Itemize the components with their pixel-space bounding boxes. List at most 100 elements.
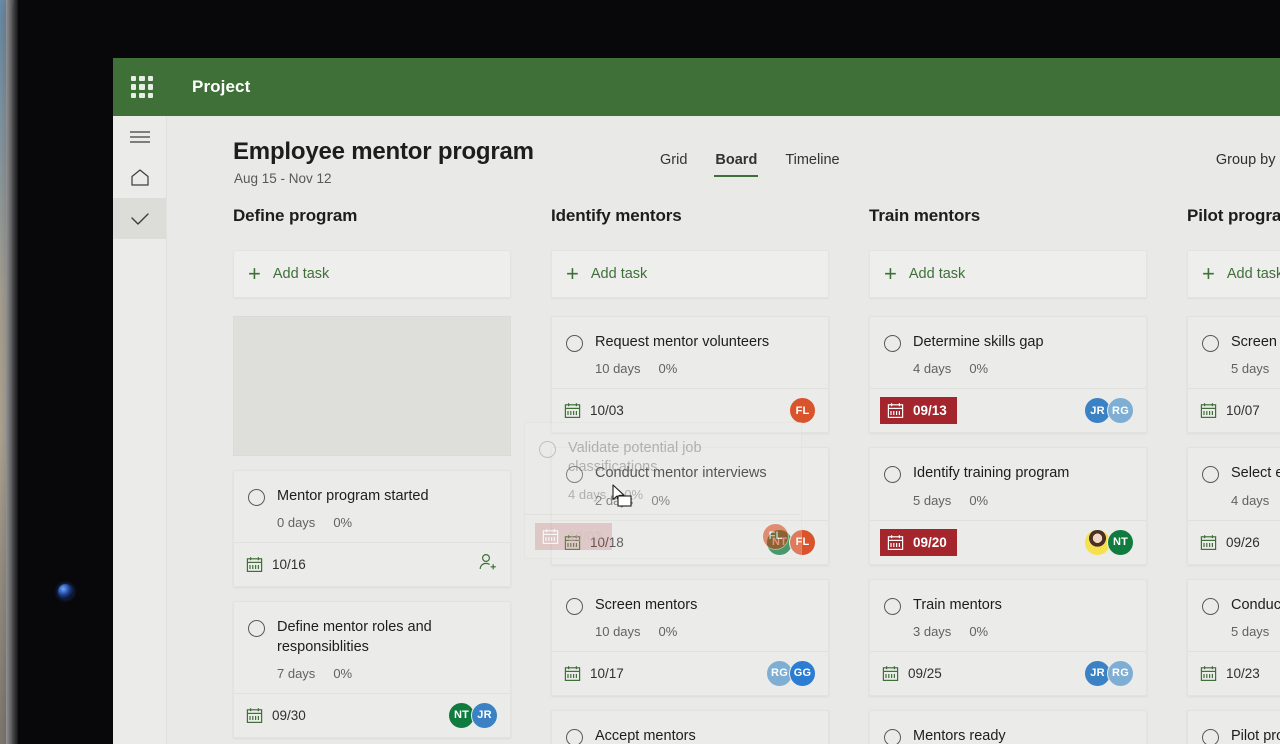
task-duration: 5 days: [913, 492, 952, 508]
add-task-label: Add task: [1226, 266, 1280, 282]
task-complete-toggle[interactable]: [884, 335, 901, 352]
assignee-avatars: NT JR: [448, 701, 498, 729]
task-card[interactable]: Accept mentors2 days0%10/21NT: [551, 709, 829, 744]
column-title: Pilot program: [1187, 206, 1280, 225]
tab-board[interactable]: Board: [701, 152, 771, 177]
card-body: Train mentors 3 days 0%: [870, 580, 1146, 651]
avatar[interactable]: NT: [1107, 528, 1134, 556]
task-complete-toggle[interactable]: [566, 335, 583, 352]
task-complete-toggle[interactable]: [248, 620, 265, 638]
due-date-label: 10/16: [272, 557, 306, 573]
due-date-chip[interactable]: 10/18: [564, 534, 624, 551]
avatar[interactable]: FL: [789, 397, 816, 425]
due-date-chip[interactable]: 09/30: [246, 707, 306, 724]
hamburger-menu-icon[interactable]: [113, 116, 166, 157]
task-title: Conduct employee: [1231, 596, 1280, 613]
task-title: Screen applicants: [1231, 334, 1280, 350]
sidebar-item-tasks[interactable]: [113, 198, 166, 239]
avatar[interactable]: RG: [1107, 397, 1134, 425]
app-launcher-waffle-icon[interactable]: [129, 74, 155, 100]
card-footer: 10/16: [234, 542, 510, 586]
task-card[interactable]: Determine skills gap 4 days 0% 09/13 JR RG: [869, 316, 1147, 434]
avatar[interactable]: FL: [789, 528, 816, 556]
home-icon[interactable]: [113, 157, 166, 198]
task-complete-toggle[interactable]: [566, 466, 583, 484]
due-date-label: 09/26: [1226, 534, 1260, 550]
tab-grid[interactable]: Grid: [646, 152, 701, 177]
task-complete-toggle[interactable]: [1202, 597, 1219, 615]
suite-title: Project: [192, 77, 251, 96]
card-footer: 10/07: [1188, 388, 1280, 432]
task-duration: 5 days: [1231, 623, 1270, 639]
card-body: Pilot program1 day0%: [1188, 711, 1280, 744]
view-tabs: Grid Board Timeline: [646, 152, 854, 177]
column-title: Identify mentors: [551, 206, 682, 225]
add-task-label: Add task: [272, 266, 330, 282]
task-card[interactable]: Conduct mentor interviews 2 days 0% 10/18 NT…: [551, 447, 829, 565]
task-meta: 5 days0%: [1231, 361, 1280, 376]
task-complete-toggle[interactable]: [566, 728, 583, 744]
add-task-button[interactable]: + Add task: [233, 250, 511, 298]
task-card[interactable]: Pilot program1 day0%09/27: [1187, 709, 1280, 744]
task-card[interactable]: Mentor program started 0 days 0% 10/16: [233, 470, 511, 588]
due-date-chip[interactable]: 10/16: [246, 556, 306, 573]
suite-header: Project: [113, 58, 1280, 116]
avatar[interactable]: JR: [471, 701, 498, 729]
board-column: Train mentors + Add task Determine skills g…: [869, 206, 1147, 744]
avatar[interactable]: GG: [789, 659, 816, 687]
task-complete-toggle[interactable]: [1202, 728, 1219, 744]
board-column: Identify mentors + Add task Request mentor …: [551, 206, 829, 744]
project-app-window: Project Employee mentor program Aug 15 -…: [113, 58, 1280, 744]
tab-timeline[interactable]: Timeline: [771, 152, 853, 177]
task-card[interactable]: Request mentor volunteers 10 days 0% 10/03 F…: [551, 316, 829, 434]
card-footer: 09/30 NT JR: [234, 692, 510, 737]
task-complete-toggle[interactable]: [566, 597, 583, 615]
task-title: Pilot program: [1231, 727, 1280, 744]
task-card[interactable]: Identify training program 5 days 0% 09/20 NT: [869, 447, 1147, 565]
task-complete-toggle[interactable]: [1202, 335, 1219, 352]
task-card[interactable]: Screen mentors 10 days 0% 10/17 RG GG: [551, 578, 829, 696]
due-date-chip[interactable]: 09/25: [882, 665, 942, 682]
add-task-button[interactable]: + Add task: [869, 250, 1147, 298]
task-card[interactable]: Select employees 4 days0% 09/26: [1187, 447, 1280, 565]
task-duration: 5 days: [1231, 361, 1270, 377]
task-card[interactable]: Define mentor roles and responsiblities 7…: [233, 601, 511, 738]
card-footer: 09/20 NT: [870, 519, 1146, 564]
task-meta: 3 days 0%: [913, 624, 1132, 639]
due-date-chip[interactable]: 09/20: [880, 528, 957, 556]
card-body: Conduct mentor interviews 2 days 0%: [552, 448, 828, 519]
task-duration: 4 days: [1231, 492, 1270, 508]
column-title: Define program: [233, 206, 358, 225]
task-card[interactable]: Conduct employee 5 days0% 10/23: [1187, 578, 1280, 696]
task-complete-toggle[interactable]: [248, 489, 265, 506]
add-task-label: Add task: [908, 266, 966, 282]
due-date-chip[interactable]: 09/13: [880, 397, 957, 425]
task-card[interactable]: Screen applicants 5 days0% 10/07: [1187, 316, 1280, 434]
card-body: Define mentor roles and responsiblities 7…: [234, 602, 510, 693]
task-complete-toggle[interactable]: [884, 597, 901, 615]
task-complete-toggle[interactable]: [884, 466, 901, 484]
task-card[interactable]: Train mentors 3 days 0% 09/25 JR RG: [869, 578, 1147, 696]
task-complete-toggle[interactable]: [1202, 466, 1219, 484]
card-body: Identify training program 5 days 0%: [870, 448, 1146, 519]
task-card[interactable]: Mentors ready0 days0%09/25: [869, 709, 1147, 744]
due-date-chip[interactable]: 10/03: [564, 402, 624, 419]
assignee-avatars: JR RG: [1084, 397, 1134, 425]
add-task-button[interactable]: + Add task: [551, 250, 829, 298]
card-body: Request mentor volunteers 10 days 0%: [552, 317, 828, 388]
drag-card-cursor-icon: [611, 484, 633, 513]
due-date-chip[interactable]: 09/26: [1200, 534, 1260, 551]
task-percent: 0%: [658, 623, 678, 639]
task-complete-toggle[interactable]: [884, 728, 901, 744]
avatar[interactable]: RG: [1107, 659, 1134, 687]
due-date-chip[interactable]: 10/23: [1200, 665, 1260, 682]
task-title: Mentors ready: [913, 727, 1006, 744]
plus-icon: +: [566, 261, 579, 286]
add-task-button[interactable]: + Add task: [1187, 250, 1280, 298]
due-date-chip[interactable]: 10/17: [564, 665, 624, 682]
add-person-icon[interactable]: [478, 552, 498, 577]
task-percent: 0%: [969, 492, 989, 508]
card-body: Conduct employee 5 days0%: [1188, 580, 1280, 651]
due-date-chip[interactable]: 10/07: [1200, 402, 1260, 419]
group-by-control[interactable]: Group by C: [1216, 152, 1280, 168]
